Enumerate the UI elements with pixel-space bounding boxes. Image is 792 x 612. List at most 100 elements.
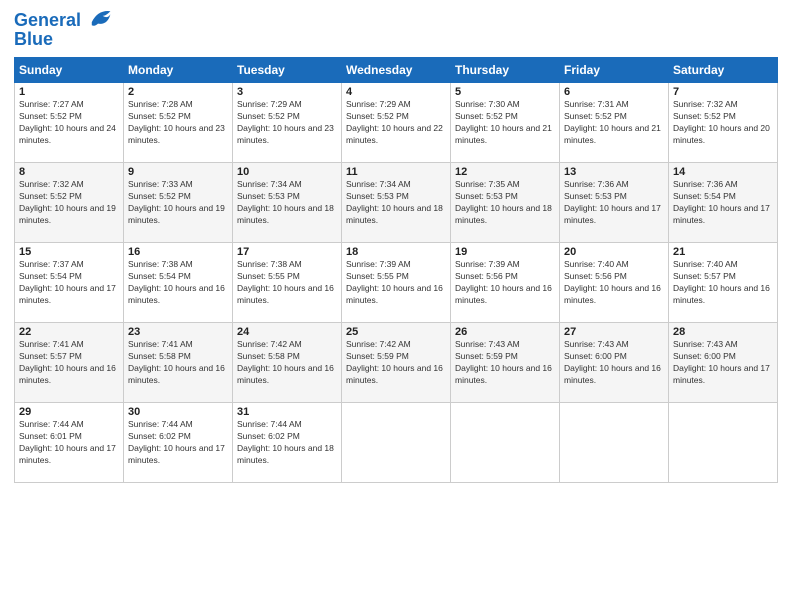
calendar-day-cell: 11 Sunrise: 7:34 AMSunset: 5:53 PMDaylig… [342, 163, 451, 243]
day-number: 6 [564, 86, 664, 98]
calendar-day-cell: 9 Sunrise: 7:33 AMSunset: 5:52 PMDayligh… [124, 163, 233, 243]
calendar-day-cell: 18 Sunrise: 7:39 AMSunset: 5:55 PMDaylig… [342, 243, 451, 323]
day-number: 29 [19, 406, 119, 418]
day-number: 25 [346, 326, 446, 338]
day-number: 11 [346, 166, 446, 178]
day-info: Sunrise: 7:34 AMSunset: 5:53 PMDaylight:… [346, 179, 443, 225]
day-number: 26 [455, 326, 555, 338]
calendar-day-header: Thursday [451, 58, 560, 83]
calendar-day-cell: 2 Sunrise: 7:28 AMSunset: 5:52 PMDayligh… [124, 83, 233, 163]
day-info: Sunrise: 7:41 AMSunset: 5:58 PMDaylight:… [128, 339, 225, 385]
day-info: Sunrise: 7:40 AMSunset: 5:56 PMDaylight:… [564, 259, 661, 305]
calendar-day-cell: 6 Sunrise: 7:31 AMSunset: 5:52 PMDayligh… [560, 83, 669, 163]
logo-blue-text: Blue [14, 29, 112, 50]
logo-text: General [14, 10, 81, 31]
day-number: 12 [455, 166, 555, 178]
day-info: Sunrise: 7:34 AMSunset: 5:53 PMDaylight:… [237, 179, 334, 225]
calendar-day-cell: 22 Sunrise: 7:41 AMSunset: 5:57 PMDaylig… [15, 323, 124, 403]
logo-bird-icon [84, 8, 112, 30]
day-info: Sunrise: 7:43 AMSunset: 6:00 PMDaylight:… [673, 339, 770, 385]
day-number: 8 [19, 166, 119, 178]
day-number: 21 [673, 246, 773, 258]
calendar-header-row: SundayMondayTuesdayWednesdayThursdayFrid… [15, 58, 778, 83]
day-number: 7 [673, 86, 773, 98]
day-number: 30 [128, 406, 228, 418]
calendar-day-header: Friday [560, 58, 669, 83]
calendar-day-cell [560, 403, 669, 483]
day-number: 4 [346, 86, 446, 98]
day-info: Sunrise: 7:43 AMSunset: 6:00 PMDaylight:… [564, 339, 661, 385]
day-info: Sunrise: 7:27 AMSunset: 5:52 PMDaylight:… [19, 99, 116, 145]
calendar-week-row: 29 Sunrise: 7:44 AMSunset: 6:01 PMDaylig… [15, 403, 778, 483]
day-info: Sunrise: 7:44 AMSunset: 6:02 PMDaylight:… [128, 419, 225, 465]
day-number: 16 [128, 246, 228, 258]
calendar-day-cell: 13 Sunrise: 7:36 AMSunset: 5:53 PMDaylig… [560, 163, 669, 243]
day-info: Sunrise: 7:29 AMSunset: 5:52 PMDaylight:… [237, 99, 334, 145]
day-info: Sunrise: 7:43 AMSunset: 5:59 PMDaylight:… [455, 339, 552, 385]
calendar-day-cell: 25 Sunrise: 7:42 AMSunset: 5:59 PMDaylig… [342, 323, 451, 403]
header: General Blue [14, 10, 778, 49]
calendar-week-row: 1 Sunrise: 7:27 AMSunset: 5:52 PMDayligh… [15, 83, 778, 163]
day-info: Sunrise: 7:42 AMSunset: 5:58 PMDaylight:… [237, 339, 334, 385]
day-info: Sunrise: 7:38 AMSunset: 5:54 PMDaylight:… [128, 259, 225, 305]
day-info: Sunrise: 7:31 AMSunset: 5:52 PMDaylight:… [564, 99, 661, 145]
calendar-day-cell: 16 Sunrise: 7:38 AMSunset: 5:54 PMDaylig… [124, 243, 233, 323]
calendar-day-cell [451, 403, 560, 483]
day-number: 23 [128, 326, 228, 338]
calendar-day-cell: 30 Sunrise: 7:44 AMSunset: 6:02 PMDaylig… [124, 403, 233, 483]
calendar-day-cell: 27 Sunrise: 7:43 AMSunset: 6:00 PMDaylig… [560, 323, 669, 403]
calendar-day-cell: 3 Sunrise: 7:29 AMSunset: 5:52 PMDayligh… [233, 83, 342, 163]
logo: General Blue [14, 10, 112, 49]
day-number: 28 [673, 326, 773, 338]
calendar-day-header: Saturday [669, 58, 778, 83]
day-info: Sunrise: 7:29 AMSunset: 5:52 PMDaylight:… [346, 99, 443, 145]
day-number: 20 [564, 246, 664, 258]
calendar-day-cell: 4 Sunrise: 7:29 AMSunset: 5:52 PMDayligh… [342, 83, 451, 163]
calendar-day-header: Wednesday [342, 58, 451, 83]
day-info: Sunrise: 7:36 AMSunset: 5:54 PMDaylight:… [673, 179, 770, 225]
calendar-table: SundayMondayTuesdayWednesdayThursdayFrid… [14, 57, 778, 483]
day-info: Sunrise: 7:44 AMSunset: 6:01 PMDaylight:… [19, 419, 116, 465]
day-number: 14 [673, 166, 773, 178]
day-info: Sunrise: 7:30 AMSunset: 5:52 PMDaylight:… [455, 99, 552, 145]
day-info: Sunrise: 7:41 AMSunset: 5:57 PMDaylight:… [19, 339, 116, 385]
calendar-day-cell: 15 Sunrise: 7:37 AMSunset: 5:54 PMDaylig… [15, 243, 124, 323]
calendar-day-cell: 28 Sunrise: 7:43 AMSunset: 6:00 PMDaylig… [669, 323, 778, 403]
calendar-week-row: 15 Sunrise: 7:37 AMSunset: 5:54 PMDaylig… [15, 243, 778, 323]
day-info: Sunrise: 7:35 AMSunset: 5:53 PMDaylight:… [455, 179, 552, 225]
calendar-day-cell: 10 Sunrise: 7:34 AMSunset: 5:53 PMDaylig… [233, 163, 342, 243]
calendar-day-cell: 20 Sunrise: 7:40 AMSunset: 5:56 PMDaylig… [560, 243, 669, 323]
calendar-day-cell: 26 Sunrise: 7:43 AMSunset: 5:59 PMDaylig… [451, 323, 560, 403]
calendar-day-cell: 7 Sunrise: 7:32 AMSunset: 5:52 PMDayligh… [669, 83, 778, 163]
day-info: Sunrise: 7:32 AMSunset: 5:52 PMDaylight:… [19, 179, 116, 225]
day-info: Sunrise: 7:36 AMSunset: 5:53 PMDaylight:… [564, 179, 661, 225]
day-info: Sunrise: 7:44 AMSunset: 6:02 PMDaylight:… [237, 419, 334, 465]
calendar-week-row: 22 Sunrise: 7:41 AMSunset: 5:57 PMDaylig… [15, 323, 778, 403]
day-info: Sunrise: 7:37 AMSunset: 5:54 PMDaylight:… [19, 259, 116, 305]
day-number: 2 [128, 86, 228, 98]
calendar-day-cell: 29 Sunrise: 7:44 AMSunset: 6:01 PMDaylig… [15, 403, 124, 483]
day-info: Sunrise: 7:32 AMSunset: 5:52 PMDaylight:… [673, 99, 770, 145]
day-info: Sunrise: 7:39 AMSunset: 5:56 PMDaylight:… [455, 259, 552, 305]
day-number: 27 [564, 326, 664, 338]
day-number: 15 [19, 246, 119, 258]
calendar-day-cell: 21 Sunrise: 7:40 AMSunset: 5:57 PMDaylig… [669, 243, 778, 323]
calendar-day-cell: 12 Sunrise: 7:35 AMSunset: 5:53 PMDaylig… [451, 163, 560, 243]
day-number: 3 [237, 86, 337, 98]
day-info: Sunrise: 7:38 AMSunset: 5:55 PMDaylight:… [237, 259, 334, 305]
main-container: General Blue SundayMondayTuesdayWednesda… [0, 0, 792, 612]
day-info: Sunrise: 7:42 AMSunset: 5:59 PMDaylight:… [346, 339, 443, 385]
day-number: 10 [237, 166, 337, 178]
day-info: Sunrise: 7:33 AMSunset: 5:52 PMDaylight:… [128, 179, 225, 225]
calendar-day-cell: 5 Sunrise: 7:30 AMSunset: 5:52 PMDayligh… [451, 83, 560, 163]
calendar-day-cell: 14 Sunrise: 7:36 AMSunset: 5:54 PMDaylig… [669, 163, 778, 243]
day-number: 31 [237, 406, 337, 418]
day-number: 19 [455, 246, 555, 258]
day-info: Sunrise: 7:28 AMSunset: 5:52 PMDaylight:… [128, 99, 225, 145]
calendar-day-cell [669, 403, 778, 483]
calendar-day-cell: 31 Sunrise: 7:44 AMSunset: 6:02 PMDaylig… [233, 403, 342, 483]
calendar-day-cell [342, 403, 451, 483]
day-number: 13 [564, 166, 664, 178]
calendar-day-header: Sunday [15, 58, 124, 83]
day-number: 17 [237, 246, 337, 258]
